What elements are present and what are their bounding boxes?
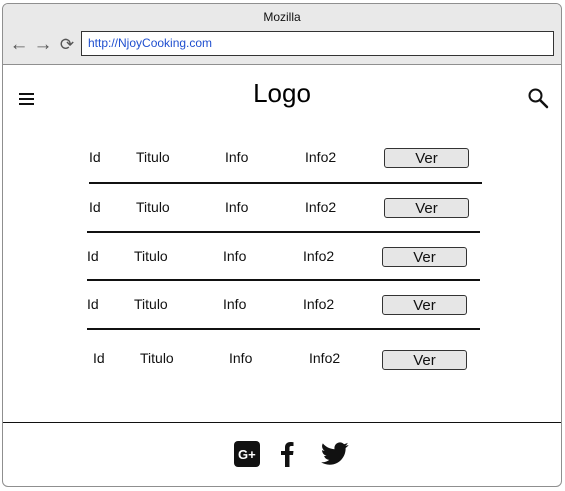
id-cell: Id	[87, 296, 99, 312]
info2-cell: Info2	[303, 296, 335, 312]
svg-text:G+: G+	[238, 447, 256, 462]
facebook-icon[interactable]	[278, 441, 296, 467]
window-title: Mozilla	[263, 10, 301, 24]
info-cell: Info	[223, 248, 247, 264]
row-divider	[89, 182, 482, 184]
titulo-cell: Titulo	[136, 149, 170, 165]
titulo-cell: Titulo	[140, 350, 174, 366]
id-cell: Id	[89, 149, 101, 165]
info-cell: Info	[229, 350, 253, 366]
browser-toolbar: Mozilla ← → ⟳ http://NjoyCooking.com	[3, 4, 561, 65]
search-icon[interactable]	[527, 87, 549, 109]
titulo-cell: Titulo	[134, 296, 168, 312]
reload-icon[interactable]: ⟳	[57, 35, 77, 55]
address-bar[interactable]: http://NjoyCooking.com	[81, 31, 554, 56]
forward-arrow-icon[interactable]: →	[33, 35, 53, 55]
page-content: Logo Id Titulo Info Info2 Ver Id Titulo …	[3, 65, 561, 486]
info-cell: Info	[223, 296, 247, 312]
ver-button[interactable]: Ver	[382, 247, 467, 267]
twitter-icon[interactable]	[321, 442, 349, 466]
id-cell: Id	[87, 248, 99, 264]
google-plus-icon[interactable]: G+	[234, 441, 260, 467]
footer: G+	[3, 422, 561, 486]
info2-cell: Info2	[309, 350, 341, 366]
info2-cell: Info2	[305, 149, 337, 165]
row-divider	[87, 328, 480, 330]
titulo-cell: Titulo	[136, 199, 170, 215]
browser-window: Mozilla ← → ⟳ http://NjoyCooking.com Log…	[2, 3, 562, 487]
ver-button[interactable]: Ver	[384, 198, 469, 218]
ver-button[interactable]: Ver	[382, 350, 467, 370]
info-cell: Info	[225, 199, 249, 215]
id-cell: Id	[93, 350, 105, 366]
info-cell: Info	[225, 149, 249, 165]
id-cell: Id	[89, 199, 101, 215]
ver-button[interactable]: Ver	[384, 148, 469, 168]
info2-cell: Info2	[303, 248, 335, 264]
back-arrow-icon[interactable]: ←	[9, 35, 29, 55]
info2-cell: Info2	[305, 199, 337, 215]
row-divider	[87, 231, 480, 233]
ver-button[interactable]: Ver	[382, 295, 467, 315]
logo: Logo	[253, 78, 311, 108]
titulo-cell: Titulo	[134, 248, 168, 264]
row-divider	[87, 279, 480, 281]
